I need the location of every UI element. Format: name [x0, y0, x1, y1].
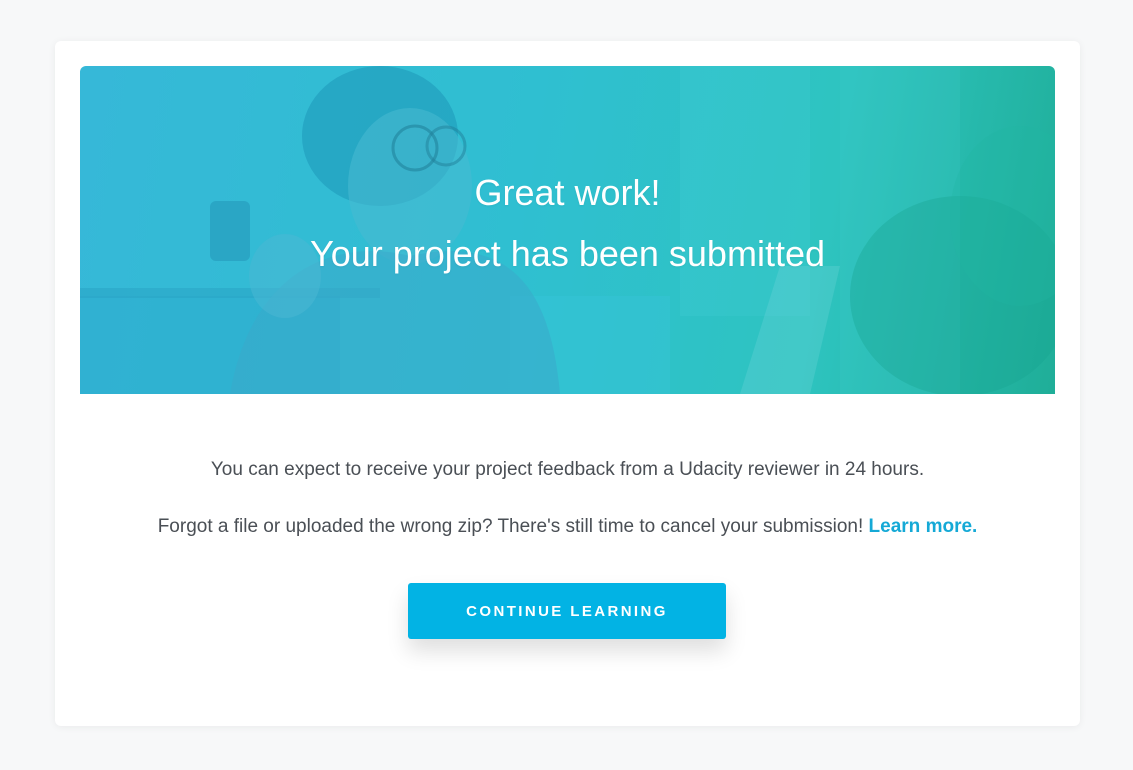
hero-subtitle: Your project has been submitted: [309, 233, 825, 274]
cancel-message: Forgot a file or uploaded the wrong zip?…: [55, 516, 1080, 538]
continue-learning-button[interactable]: CONTINUE LEARNING: [408, 583, 726, 639]
hero-banner: Great work! Your project has been submit…: [80, 66, 1055, 394]
cancel-message-text: Forgot a file or uploaded the wrong zip?…: [157, 516, 869, 537]
feedback-message: You can expect to receive your project f…: [210, 459, 925, 480]
hero-heading: Great work! Your project has been submit…: [80, 66, 1055, 394]
hero-title: Great work!: [474, 172, 661, 213]
learn-more-link[interactable]: Learn more.: [869, 516, 978, 537]
submission-card: Great work! Your project has been submit…: [55, 41, 1080, 726]
